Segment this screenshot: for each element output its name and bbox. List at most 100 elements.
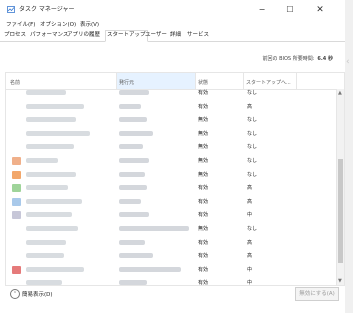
task-manager-window: タスク マネージャー − ☐ ✕ ファイル(F) オプション(O) 表示(V) … [0, 0, 346, 313]
status-cell: 無効 [198, 158, 209, 164]
menu-options[interactable]: オプション(O) [40, 21, 76, 29]
fewer-details-link[interactable]: 簡易表示(D) [22, 290, 53, 298]
minimize-button[interactable]: − [250, 3, 274, 17]
tab-users[interactable]: ユーザー [144, 31, 168, 40]
blurred-publisher [119, 266, 181, 272]
window-title: タスク マネージャー [19, 6, 75, 13]
status-cell: 無効 [198, 117, 209, 124]
blurred-app-name [26, 158, 58, 163]
impact-cell: なし [247, 130, 258, 137]
impact-cell: 高 [247, 253, 253, 260]
blurred-app-name [26, 226, 78, 231]
blurred-publisher [119, 212, 149, 218]
app-icon [12, 197, 21, 206]
menu-view[interactable]: 表示(V) [80, 21, 99, 29]
tab-startup[interactable]: スタートアップ [105, 30, 148, 42]
impact-cell: なし [247, 90, 258, 96]
impact-cell: なし [247, 117, 258, 124]
disable-button[interactable]: 無効にする(A) [295, 287, 339, 301]
table-row[interactable]: 無効 なし [6, 154, 337, 168]
status-cell: 有効 [198, 185, 209, 192]
impact-cell: 高 [247, 185, 253, 192]
table-row[interactable]: 無効 なし [6, 168, 337, 182]
table-row[interactable]: 有効 高 [6, 181, 337, 195]
impact-cell: なし [247, 158, 258, 164]
blurred-publisher [119, 185, 147, 191]
tab-processes[interactable]: プロセス [3, 31, 27, 40]
status-cell: 有効 [198, 239, 209, 246]
blurred-app-name [26, 90, 66, 95]
column-header-publisher[interactable]: 発行元 [119, 79, 134, 86]
tab-services[interactable]: サービス [186, 31, 210, 40]
table-row[interactable]: 有効 高 [6, 195, 337, 209]
table-row[interactable]: 無効 なし [6, 140, 337, 154]
column-header-impact[interactable]: スタートアップへ... [246, 79, 291, 86]
blurred-app-name [26, 212, 72, 218]
column-header-name[interactable]: 名前 [10, 79, 20, 86]
blurred-app-name [26, 144, 74, 150]
column-header-status[interactable]: 状態 [198, 79, 208, 86]
app-icon [12, 265, 21, 274]
status-cell: 有効 [198, 198, 209, 205]
blurred-publisher [119, 130, 153, 136]
status-cell: 有効 [198, 266, 209, 273]
table-row[interactable]: 有効 高 [6, 249, 337, 263]
table-row[interactable]: 有効 高 [6, 100, 337, 114]
app-icon [12, 211, 21, 220]
tab-bar: プロセス パフォーマンス アプリの履歴 スタートアップ ユーザー 詳細 サービス [0, 30, 345, 42]
blurred-app-name [26, 117, 76, 123]
impact-cell: 高 [247, 239, 253, 246]
status-cell: 有効 [198, 90, 209, 96]
table-row[interactable]: 有効 なし [6, 86, 337, 100]
tab-details[interactable]: 詳細 [169, 31, 182, 40]
blurred-app-name [26, 239, 66, 245]
tab-performance[interactable]: パフォーマンス [29, 31, 69, 40]
task-manager-icon [7, 6, 15, 13]
chevron-up-icon[interactable]: ⌃ [10, 289, 20, 299]
blurred-publisher [119, 144, 143, 150]
bios-time-label: 前回の BIOS 所要時間: [262, 56, 315, 62]
bios-time: 前回の BIOS 所要時間: 6.4 秒 [263, 55, 334, 62]
blurred-app-name [26, 266, 84, 272]
blurred-publisher [119, 253, 153, 259]
table-row[interactable]: 有効 中 [6, 208, 337, 222]
tab-app-history[interactable]: アプリの履歴 [66, 31, 101, 40]
menu-file[interactable]: ファイル(F) [6, 21, 35, 29]
table-row[interactable]: 有効 中 [6, 263, 337, 277]
blurred-app-name [26, 198, 82, 204]
blurred-publisher [119, 239, 145, 245]
vertical-scrollbar[interactable]: ▲ ▼ [336, 89, 344, 285]
table-body: 有効 なし 有効高無効 なし 無効 なし 無効 なし 無効 なし 無効 なし 有効高有効高有効中無効 なし… [6, 90, 337, 285]
status-cell: 有効 [198, 103, 209, 110]
blurred-publisher [119, 103, 141, 109]
table-row[interactable]: 無効 なし [6, 127, 337, 141]
blurred-publisher [119, 90, 149, 95]
blurred-publisher [119, 226, 189, 231]
blurred-app-name [26, 130, 90, 136]
status-cell: 無効 [198, 144, 209, 151]
status-cell: 無効 [198, 171, 209, 178]
blurred-publisher [119, 171, 145, 177]
table-row[interactable]: 有効 高 [6, 236, 337, 250]
blurred-app-name [26, 103, 84, 109]
footer: ⌃ 簡易表示(D) 無効にする(A) [0, 284, 345, 313]
table-row[interactable]: 無効 なし [6, 113, 337, 127]
impact-cell: なし [247, 144, 258, 151]
status-cell: 有効 [198, 253, 209, 260]
status-cell: 有効 [198, 212, 209, 219]
scroll-up-icon[interactable]: ▲ [338, 90, 342, 96]
blurred-app-name [26, 171, 76, 177]
impact-cell: 高 [247, 198, 253, 205]
close-button[interactable]: ✕ [308, 3, 332, 17]
status-cell: 無効 [198, 226, 209, 232]
table-row[interactable]: 無効 なし [6, 222, 337, 236]
maximize-button[interactable]: ☐ [278, 3, 302, 17]
menu-bar: ファイル(F) オプション(O) 表示(V) [0, 20, 345, 30]
chevron-left-icon: ‹ [346, 57, 350, 67]
startup-table: ⌃ 名前 発行元 状態 スタートアップへ... 有効 なし 有効高無効 なし 無効 なし無… [5, 72, 345, 286]
app-icon [12, 184, 21, 193]
scroll-thumb[interactable] [338, 159, 343, 263]
impact-cell: 中 [247, 266, 253, 273]
blurred-app-name [26, 185, 68, 191]
blurred-app-name [26, 253, 64, 259]
